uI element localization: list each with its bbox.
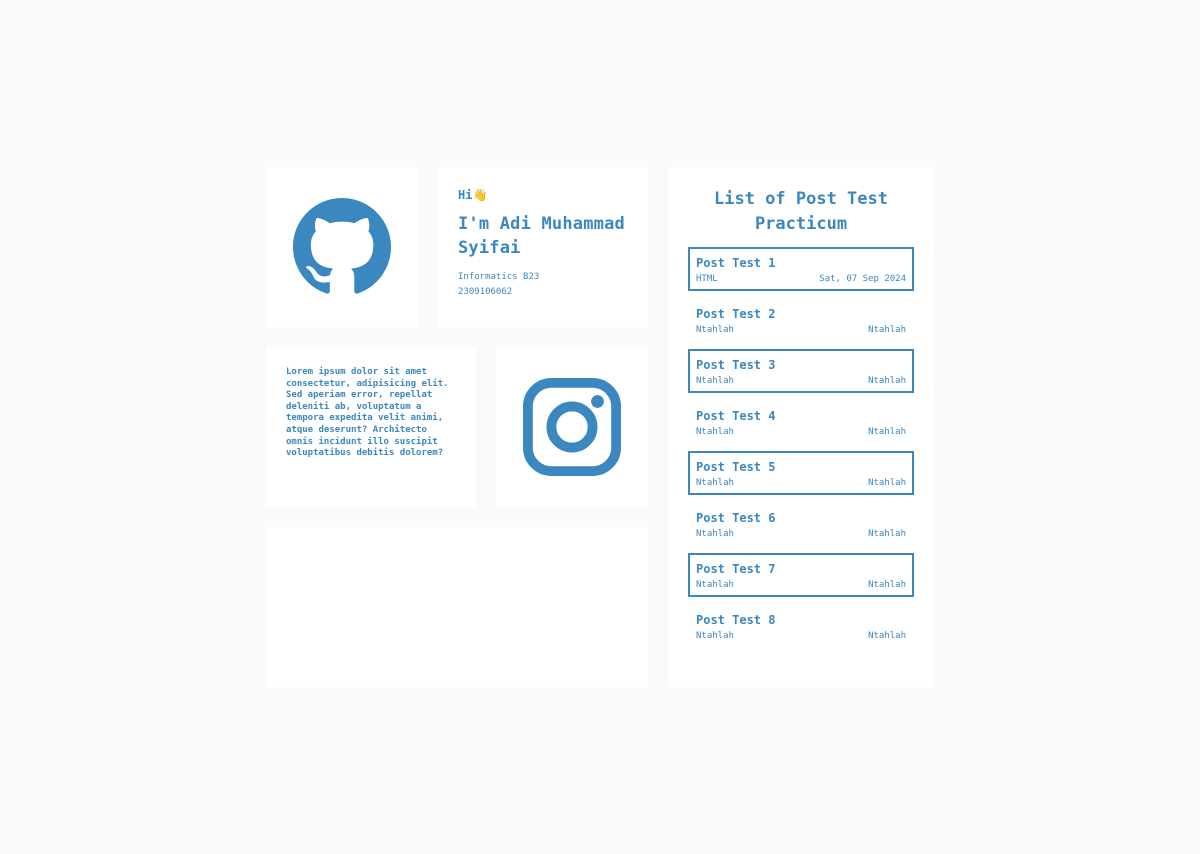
about-card: Lorem ipsum dolor sit amet consectetur, …: [266, 347, 476, 507]
post-item-2[interactable]: Post Test 2 Ntahlah Ntahlah: [688, 298, 914, 342]
post-item-title: Post Test 8: [696, 613, 776, 627]
post-item-topic: Ntahlah: [696, 580, 734, 590]
post-item-date: Sat, 07 Sep 2024: [819, 274, 906, 284]
github-icon[interactable]: [293, 198, 391, 296]
author-program: Informatics B23: [458, 272, 540, 282]
post-item-date: Ntahlah: [868, 376, 906, 386]
post-item-topic: HTML: [696, 274, 718, 284]
empty-card: [266, 527, 648, 687]
post-item-title: Post Test 3: [696, 358, 776, 372]
instagram-card[interactable]: [496, 347, 648, 507]
post-item-date: Ntahlah: [868, 478, 906, 488]
post-item-title: Post Test 5: [696, 460, 776, 474]
post-item-title: Post Test 2: [696, 307, 776, 321]
post-item-date: Ntahlah: [868, 427, 906, 437]
post-item-topic: Ntahlah: [696, 427, 734, 437]
post-item-title: Post Test 1: [696, 256, 776, 270]
post-item-date: Ntahlah: [868, 529, 906, 539]
post-item-topic: Ntahlah: [696, 325, 734, 335]
post-item-topic: Ntahlah: [696, 376, 734, 386]
author-meta: Informatics B23 2309106062: [458, 270, 628, 300]
post-item-1[interactable]: Post Test 1 HTML Sat, 07 Sep 2024: [688, 247, 914, 291]
post-item-5[interactable]: Post Test 5 Ntahlah Ntahlah: [688, 451, 914, 495]
post-item-topic: Ntahlah: [696, 529, 734, 539]
github-card[interactable]: [266, 167, 418, 327]
post-item-3[interactable]: Post Test 3 Ntahlah Ntahlah: [688, 349, 914, 393]
post-item-date: Ntahlah: [868, 631, 906, 641]
post-item-topic: Ntahlah: [696, 478, 734, 488]
post-item-title: Post Test 4: [696, 409, 776, 423]
post-list-title: List of Post Test Practicum: [714, 189, 888, 234]
author-name: I'm Adi Muhammad Syifai: [458, 214, 625, 258]
author-student-id: 2309106062: [458, 287, 513, 297]
post-item-title: Post Test 6: [696, 511, 776, 525]
post-item-topic: Ntahlah: [696, 631, 734, 641]
about-text: Lorem ipsum dolor sit amet consectetur, …: [286, 367, 449, 459]
post-item-date: Ntahlah: [868, 325, 906, 335]
instagram-icon[interactable]: [523, 378, 621, 476]
post-item-title: Post Test 7: [696, 562, 776, 576]
post-item-date: Ntahlah: [868, 580, 906, 590]
post-list-card: List of Post Test Practicum Post Test 1 …: [668, 167, 934, 687]
post-item-6[interactable]: Post Test 6 Ntahlah Ntahlah: [688, 502, 914, 546]
intro-card: Hi👋 I'm Adi Muhammad Syifai Informatics …: [438, 167, 648, 327]
post-item-4[interactable]: Post Test 4 Ntahlah Ntahlah: [688, 400, 914, 444]
post-item-8[interactable]: Post Test 8 Ntahlah Ntahlah: [688, 604, 914, 648]
post-item-7[interactable]: Post Test 7 Ntahlah Ntahlah: [688, 553, 914, 597]
greeting-text: Hi👋: [458, 188, 488, 202]
